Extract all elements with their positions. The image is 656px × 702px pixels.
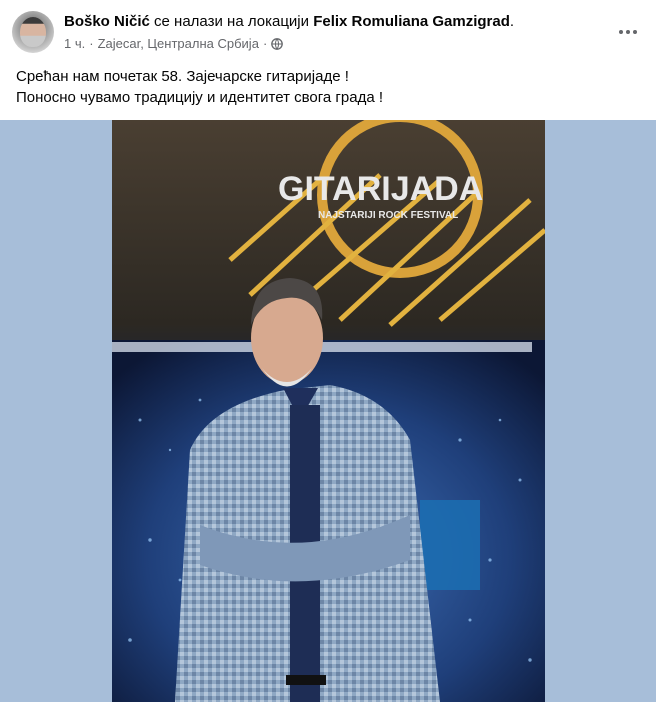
- post-header: Boško Ničić се налази на локацији Felix …: [0, 0, 656, 62]
- post-text-line-1: Срећан нам почетак 58. Зајечарске гитари…: [16, 68, 349, 85]
- photo-illustration: GITARIJADA NAJSTARIJI ROCK FESTIVAL: [0, 120, 656, 702]
- banner-title: GITARIJADA: [278, 170, 483, 208]
- post-title-line: Boško Ničić се налази на локацији Felix …: [64, 13, 514, 31]
- avatar-face: [20, 17, 46, 47]
- location-link[interactable]: Felix Romuliana Gamzigrad: [313, 13, 510, 30]
- author-name-link[interactable]: Boško Ničić: [64, 13, 150, 30]
- meta-separator: ·: [89, 36, 94, 51]
- belt: [286, 675, 326, 685]
- stage-structure: [420, 500, 480, 590]
- location-prefix: се налази на локацији: [154, 13, 310, 30]
- meta-separator-2: ·: [262, 36, 268, 51]
- post-text-line-2: Поносно чувамо традицију и идентитет сво…: [16, 89, 383, 106]
- post-place[interactable]: Zajecar, Централна Србија: [98, 36, 259, 52]
- post-text: Срећан нам почетак 58. Зајечарске гитари…: [16, 66, 636, 108]
- more-options-icon: [619, 30, 623, 34]
- post-meta: 1 ч. · Zajecar, Централна Србија ·: [64, 36, 284, 52]
- post-photo[interactable]: GITARIJADA NAJSTARIJI ROCK FESTIVAL: [0, 120, 656, 702]
- banner-subtitle: NAJSTARIJI ROCK FESTIVAL: [318, 210, 458, 221]
- title-end: .: [509, 13, 515, 30]
- globe-icon[interactable]: [271, 38, 284, 50]
- more-options-button[interactable]: [614, 18, 642, 46]
- author-avatar[interactable]: [12, 11, 54, 53]
- post-time-link[interactable]: 1 ч.: [64, 36, 85, 52]
